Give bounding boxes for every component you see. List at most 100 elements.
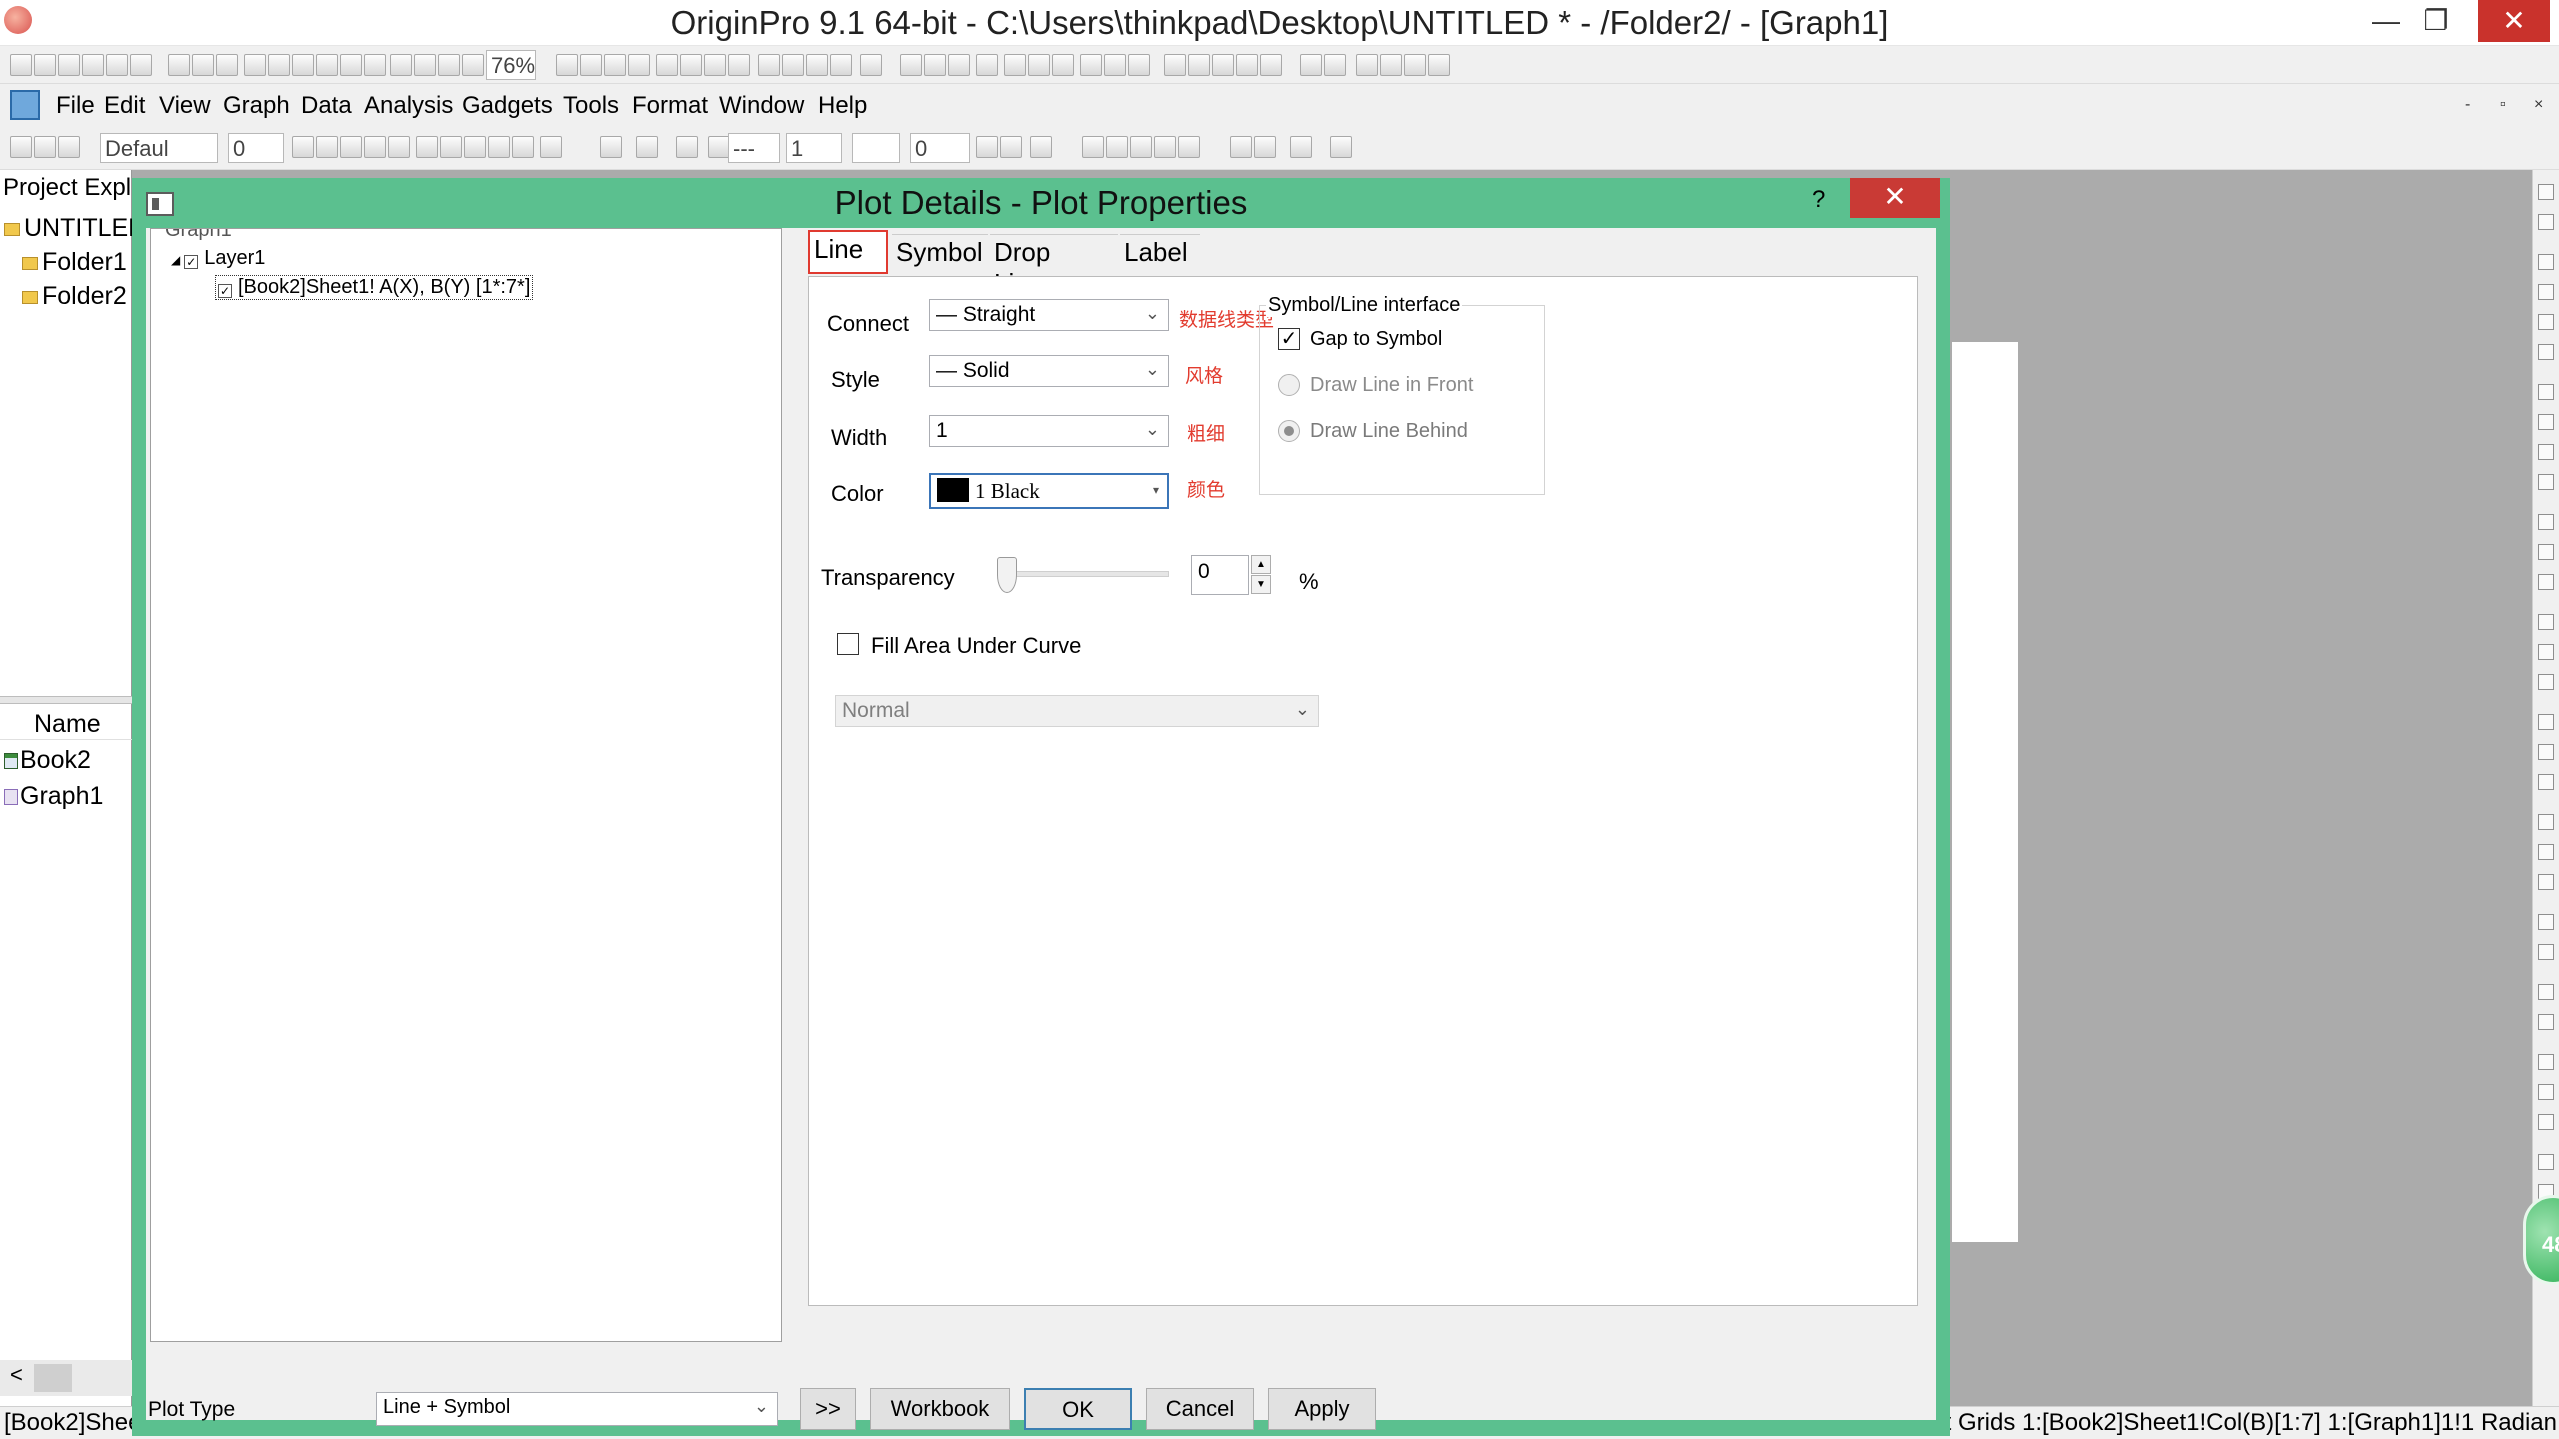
list-item-book2[interactable]: Book2 <box>4 746 91 775</box>
swap-layer-icon[interactable] <box>1290 136 1312 158</box>
fill-pattern-field[interactable] <box>852 133 900 163</box>
batch-icon[interactable] <box>438 54 460 76</box>
connect-dropdown[interactable]: — Straight ⌄ <box>929 299 1169 331</box>
expand-button[interactable]: >> <box>800 1388 856 1430</box>
new-layer-icon[interactable] <box>2538 944 2554 960</box>
command-window-icon[interactable] <box>704 54 726 76</box>
new-project-icon[interactable] <box>10 54 32 76</box>
graph-window-icon[interactable] <box>10 90 40 120</box>
previous-page-icon[interactable] <box>1380 54 1402 76</box>
mdi-close-button[interactable]: × <box>2534 96 2543 114</box>
menu-data[interactable]: Data <box>301 92 352 120</box>
graph-page[interactable] <box>1952 342 2018 1242</box>
ok-button[interactable]: OK <box>1024 1388 1132 1430</box>
line-tool-icon[interactable] <box>2538 474 2554 490</box>
pattern-icon[interactable] <box>636 136 658 158</box>
underline-icon[interactable] <box>340 136 362 158</box>
column-stats-icon[interactable] <box>976 54 998 76</box>
menu-file[interactable]: File <box>56 92 95 120</box>
list-header-name[interactable]: Name <box>0 704 132 740</box>
back-icon[interactable] <box>1178 136 1200 158</box>
code-builder-icon[interactable] <box>628 54 650 76</box>
superscript-icon[interactable] <box>364 136 386 158</box>
add-column-icon[interactable] <box>900 54 922 76</box>
tree-node-plot[interactable]: ✓ [Book2]Sheet1! A(X), B(Y) [1*:7*] <box>215 275 534 300</box>
import-icon[interactable] <box>390 54 412 76</box>
italic-icon[interactable] <box>316 136 338 158</box>
save-project-icon[interactable] <box>316 54 338 76</box>
left-align-icon[interactable] <box>488 136 510 158</box>
spin-up-icon[interactable]: ▲ <box>1251 555 1271 574</box>
pointer-tool-icon[interactable] <box>2538 184 2554 200</box>
scroll-left-icon[interactable]: < <box>10 1362 23 1388</box>
anti-alias-icon[interactable] <box>10 136 32 158</box>
table-icon[interactable] <box>1030 136 1052 158</box>
point-color-icon[interactable] <box>708 136 730 158</box>
anchor-icon[interactable] <box>2538 1054 2554 1070</box>
center-align-icon[interactable] <box>512 136 534 158</box>
hide-masked-icon[interactable] <box>2538 914 2554 930</box>
tab-drop-lines[interactable]: Drop Lines <box>990 234 1118 298</box>
tab-label[interactable]: Label <box>1120 234 1200 272</box>
set-as-y-icon[interactable] <box>1188 54 1210 76</box>
filter-sort-icon[interactable] <box>1128 54 1150 76</box>
gap-to-symbol-label[interactable]: Gap to Symbol <box>1310 328 1442 351</box>
menu-analysis[interactable]: Analysis <box>364 92 453 120</box>
sort-icon[interactable] <box>924 54 946 76</box>
explorer-horizontal-scrollbar[interactable]: < <box>0 1360 132 1396</box>
fill-color-icon[interactable] <box>600 136 622 158</box>
stacked-chart-icon[interactable] <box>1028 54 1050 76</box>
open-template-icon[interactable] <box>244 54 266 76</box>
save-template-icon[interactable] <box>340 54 362 76</box>
front-icon[interactable] <box>1154 136 1176 158</box>
legend-icon[interactable] <box>2538 674 2554 690</box>
menu-graph[interactable]: Graph <box>223 92 290 120</box>
tab-symbol[interactable]: Symbol <box>892 234 988 272</box>
region-tool-icon[interactable] <box>2538 314 2554 330</box>
apply-button[interactable]: Apply <box>1268 1388 1376 1430</box>
zoom-tool-icon[interactable] <box>2538 214 2554 230</box>
floating-badge[interactable]: 48 <box>2523 1195 2559 1285</box>
line-style-field[interactable]: --- <box>728 133 780 163</box>
workbook-button[interactable]: Workbook <box>870 1388 1010 1430</box>
histogram-icon[interactable] <box>1052 54 1074 76</box>
circle-tool-icon[interactable] <box>2538 544 2554 560</box>
dialog-close-button[interactable]: ✕ <box>1850 178 1940 218</box>
filter-icon[interactable] <box>1080 54 1102 76</box>
mdi-minimize-button[interactable]: - <box>2465 96 2470 114</box>
plot-checkbox[interactable]: ✓ <box>218 284 232 298</box>
layer-checkbox[interactable]: ✓ <box>184 255 199 269</box>
bold-icon[interactable] <box>292 136 314 158</box>
menu-gadgets[interactable]: Gadgets <box>462 92 553 120</box>
statistics-icon[interactable] <box>948 54 970 76</box>
font-name-field[interactable]: Defaul <box>100 133 218 163</box>
last-page-icon[interactable] <box>1428 54 1450 76</box>
object-manager-icon[interactable] <box>728 54 750 76</box>
increase-font-icon[interactable] <box>440 136 462 158</box>
bar-chart-icon[interactable] <box>1004 54 1026 76</box>
recalculate-icon[interactable] <box>604 54 626 76</box>
transparency-input[interactable]: 0 <box>1191 555 1249 595</box>
new-graph-icon[interactable] <box>58 54 80 76</box>
menu-edit[interactable]: Edit <box>104 92 145 120</box>
menu-help[interactable]: Help <box>818 92 867 120</box>
set-as-z-icon[interactable] <box>1212 54 1234 76</box>
filter-clear-icon[interactable] <box>1104 54 1126 76</box>
mask-tool-icon[interactable] <box>1230 136 1252 158</box>
cancel-button[interactable]: Cancel <box>1146 1388 1254 1430</box>
menu-window[interactable]: Window <box>719 92 804 120</box>
restore-button[interactable]: ❐ <box>2406 0 2466 42</box>
new-matrix-icon[interactable] <box>82 54 104 76</box>
fill-area-label[interactable]: Fill Area Under Curve <box>871 633 1081 659</box>
list-item-graph1[interactable]: Graph1 <box>4 782 103 811</box>
fill-area-checkbox[interactable] <box>837 633 859 655</box>
print-icon[interactable] <box>462 54 484 76</box>
explorer-splitter[interactable] <box>0 696 132 704</box>
results-log-icon[interactable] <box>680 54 702 76</box>
rescale-icon[interactable] <box>2538 254 2554 270</box>
color-scale-icon[interactable] <box>2538 714 2554 730</box>
new-layout-icon[interactable] <box>168 54 190 76</box>
text-tool-icon[interactable] <box>2538 384 2554 400</box>
import-wizard-icon[interactable] <box>414 54 436 76</box>
unmask-icon[interactable] <box>1254 136 1276 158</box>
